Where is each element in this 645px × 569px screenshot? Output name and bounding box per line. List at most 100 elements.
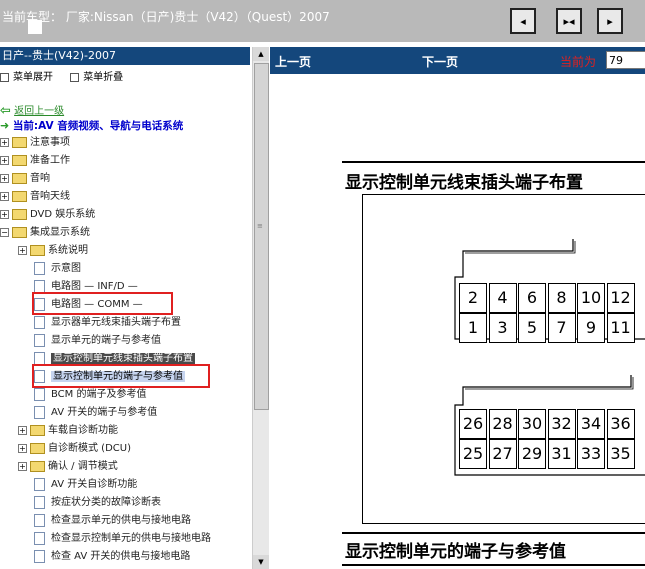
- document-icon: [34, 387, 45, 401]
- tree-item-label: 系统说明: [48, 245, 88, 256]
- connector-pin: 26: [459, 409, 487, 439]
- tree-item[interactable]: + 音响: [0, 170, 50, 187]
- expand-plus-icon: +: [18, 245, 27, 255]
- section-divider: [342, 161, 645, 163]
- section-divider: [342, 532, 645, 534]
- tree-item[interactable]: + 车载自诊断功能: [18, 422, 118, 439]
- tree-item[interactable]: + 注意事项: [0, 134, 70, 151]
- tree-item[interactable]: AV 开关自诊断功能: [34, 476, 137, 493]
- expand-plus-icon: +: [18, 443, 27, 453]
- folder-icon: [12, 136, 27, 148]
- expand-plus-icon: +: [0, 137, 9, 147]
- last-page-button[interactable]: ▸: [597, 8, 623, 34]
- tree-item-label: 检查显示控制单元的供电与接地电路: [51, 533, 211, 544]
- connector-pin: 11: [606, 313, 635, 343]
- tree-item[interactable]: + 准备工作: [0, 152, 70, 169]
- connector-pin: 8: [547, 283, 576, 313]
- expand-menu-button[interactable]: 菜单展开: [13, 72, 53, 83]
- last-page-icon: ▸: [607, 14, 613, 28]
- tree-item-label: 检查 AV 开关的供电与接地电路: [51, 551, 191, 562]
- tree-item[interactable]: AV 开关的端子与参考值: [34, 404, 157, 421]
- vehicle-title: 当前车型： 厂家:Nissan（日产)贵士（V42）（Quest）2007: [2, 10, 330, 24]
- section-title: 显示控制单元的端子与参考值: [345, 542, 566, 562]
- tree-item[interactable]: 显示器单元线束插头端子布置: [34, 314, 181, 331]
- connector-pin: 9: [577, 313, 605, 343]
- expand-plus-icon: +: [0, 173, 9, 183]
- connector-diagram: 2 4 6 8 10 12 1 3 5 7 9 11 26 28 30 32 34 36 25 27 29 31 33 35: [362, 194, 645, 524]
- tree-item[interactable]: 示意图: [34, 260, 81, 277]
- connector-pin: 7: [547, 313, 576, 343]
- collapse-menu-button[interactable]: 菜单折叠: [83, 72, 123, 83]
- connector-pin: 30: [518, 409, 546, 439]
- document-icon: [34, 333, 45, 347]
- scroll-thumb[interactable]: [254, 63, 269, 410]
- tree-item[interactable]: 显示单元的端子与参考值: [34, 332, 161, 349]
- tree-item[interactable]: + 确认 / 调节模式: [18, 458, 118, 475]
- tree-item[interactable]: + 自诊断模式 (DCU): [18, 440, 131, 457]
- collapse-minus-icon: −: [0, 227, 9, 237]
- collapse-icon: [70, 72, 80, 82]
- folder-icon: [12, 190, 27, 202]
- document-icon: [34, 513, 45, 527]
- tree-item-label: 显示控制单元线束插头端子布置: [51, 353, 195, 364]
- tree-item[interactable]: − 集成显示系统: [0, 224, 90, 241]
- next-page-link[interactable]: 下一页: [422, 53, 458, 70]
- expand-plus-icon: +: [18, 461, 27, 471]
- expand-plus-icon: +: [0, 155, 9, 165]
- tree-item-label: 显示器单元线束插头端子布置: [51, 317, 181, 328]
- page-nav-bar: 上一页 下一页 当前为: [270, 47, 645, 74]
- scroll-up-icon[interactable]: ▲: [253, 47, 269, 61]
- tree-item-label: 集成显示系统: [30, 227, 90, 238]
- tree-item[interactable]: + DVD 娱乐系统: [0, 206, 95, 223]
- connector-pin: 1: [459, 313, 487, 343]
- scroll-down-icon[interactable]: ▼: [253, 555, 269, 569]
- tree-item-label: 按症状分类的故障诊断表: [51, 497, 161, 508]
- connector-outline: [454, 239, 645, 476]
- tree-item-label: 音响: [30, 173, 50, 184]
- connector-pin: 32: [547, 409, 576, 439]
- document-view: 显示控制单元线束插头端子布置 2 4 6 8 10 12 1 3 5 7 9 11 26 28 30 32 34…: [270, 74, 645, 569]
- document-icon: [34, 405, 45, 419]
- annotation-box: [32, 364, 210, 388]
- back-link-row[interactable]: ⇦ 返回上一级: [0, 102, 64, 119]
- expand-plus-icon: +: [0, 191, 9, 201]
- grip-icon: ≡: [257, 222, 263, 230]
- tree-item-label: 确认 / 调节模式: [48, 461, 118, 472]
- folder-icon: [12, 208, 27, 220]
- connector-pin: 4: [488, 283, 517, 313]
- connector-pin: 27: [488, 439, 517, 469]
- expand-plus-icon: +: [0, 209, 9, 219]
- sync-button[interactable]: ▸◂: [556, 8, 582, 34]
- document-icon: [34, 351, 45, 365]
- tree-item-label: 注意事项: [30, 137, 70, 148]
- tree-item[interactable]: + 系统说明: [18, 242, 88, 259]
- tree-item-label: DVD 娱乐系统: [30, 209, 96, 220]
- tree-item[interactable]: 检查显示控制单元的供电与接地电路: [34, 530, 211, 547]
- connector-pin: 5: [518, 313, 546, 343]
- document-icon: [34, 495, 45, 509]
- tree-item[interactable]: 检查显示单元的供电与接地电路: [34, 512, 191, 529]
- document-icon: [34, 531, 45, 545]
- tree-item[interactable]: 按症状分类的故障诊断表: [34, 494, 161, 511]
- back-link[interactable]: 返回上一级: [14, 106, 64, 117]
- menu-toggle-row: 菜单展开 菜单折叠: [0, 68, 137, 83]
- connector-pin: 33: [577, 439, 605, 469]
- page-number-input[interactable]: [606, 51, 645, 69]
- sync-icon: ▸◂: [563, 14, 575, 28]
- prev-page-link[interactable]: 上一页: [275, 53, 311, 70]
- tree-item-label: 车载自诊断功能: [48, 425, 118, 436]
- connector-pin: 2: [459, 283, 487, 313]
- document-icon: [34, 261, 45, 275]
- tree-item[interactable]: + 音响天线: [0, 188, 70, 205]
- first-page-button[interactable]: ◂: [510, 8, 536, 34]
- expand-plus-icon: +: [18, 425, 27, 435]
- tree-item-label: AV 开关自诊断功能: [51, 479, 138, 490]
- tree-item[interactable]: 检查 AV 开关的供电与接地电路: [34, 548, 190, 565]
- current-location-label: 当前:AV 音频视频、导航与电话系统: [12, 120, 184, 132]
- folder-icon: [30, 442, 45, 454]
- tree-item-label: 显示单元的端子与参考值: [51, 335, 161, 346]
- tree-item[interactable]: BCM 的端子及参考值: [34, 386, 146, 403]
- document-icon: [34, 549, 45, 563]
- tree-scrollbar[interactable]: ▲ ≡ ▼: [252, 47, 269, 569]
- connector-pin: 29: [518, 439, 546, 469]
